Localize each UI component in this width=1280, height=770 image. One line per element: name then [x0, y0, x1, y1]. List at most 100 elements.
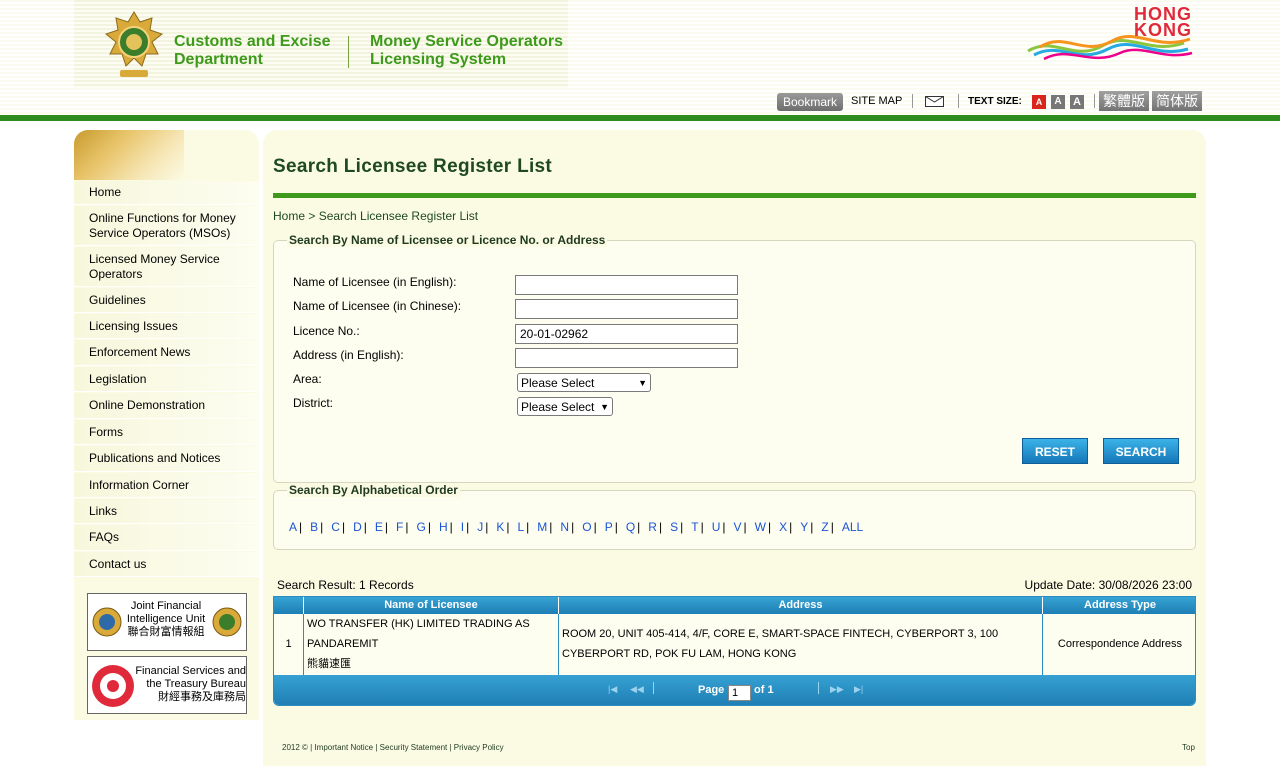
alpha-separator: | — [658, 520, 663, 534]
page-title: Search Licensee Register List — [273, 156, 553, 177]
alpha-link-e[interactable]: E — [375, 520, 383, 534]
chevron-down-icon: ▼ — [600, 401, 609, 412]
sidebar-item-enforcement-news[interactable]: Enforcement News — [74, 340, 259, 366]
alpha-link-f[interactable]: F — [396, 520, 403, 534]
bookmark-button[interactable]: Bookmark — [777, 93, 843, 111]
address-input[interactable] — [515, 348, 738, 368]
sidebar-item-contact-us[interactable]: Contact us — [74, 552, 259, 577]
sidebar-item-publications[interactable]: Publications and Notices — [74, 446, 259, 472]
alpha-link-c[interactable]: C — [331, 520, 340, 534]
toolbar-divider — [912, 94, 913, 108]
alpha-separator: | — [637, 520, 641, 534]
reset-button[interactable]: RESET — [1022, 438, 1088, 464]
text-size-small-button[interactable]: A — [1032, 95, 1046, 109]
name-en-label: Name of Licensee (in English): — [293, 275, 457, 289]
alpha-link-x[interactable]: X — [779, 520, 787, 534]
sidebar-item-links[interactable]: Links — [74, 499, 259, 524]
alpha-link-m[interactable]: M — [537, 520, 547, 534]
district-label: District: — [293, 396, 333, 410]
alpha-link-y[interactable]: Y — [800, 520, 808, 534]
alpha-link-n[interactable]: N — [560, 520, 569, 534]
sidebar-item-guidelines[interactable]: Guidelines — [74, 288, 259, 313]
district-select[interactable]: Please Select ▼ — [517, 397, 613, 416]
alpha-link-k[interactable]: K — [496, 520, 504, 534]
sitemap-link[interactable]: SITE MAP — [851, 95, 902, 107]
alpha-link-v[interactable]: V — [734, 520, 742, 534]
simplified-chinese-button[interactable]: 简体版 — [1152, 91, 1202, 111]
alpha-link-h[interactable]: H — [439, 520, 448, 534]
alpha-link-o[interactable]: O — [582, 520, 591, 534]
security-statement-link[interactable]: Security Statement — [380, 743, 448, 752]
alpha-link-w[interactable]: W — [755, 520, 766, 534]
alpha-link-u[interactable]: U — [712, 520, 721, 534]
search-button[interactable]: SEARCH — [1103, 438, 1179, 464]
alpha-link-g[interactable]: G — [416, 520, 425, 534]
traditional-chinese-button[interactable]: 繁體版 — [1099, 91, 1149, 111]
licensee-name-line2: PANDAREMIT — [307, 638, 379, 650]
area-select[interactable]: Please Select ▼ — [517, 373, 651, 392]
name-zh-label: Name of Licensee (in Chinese): — [293, 299, 462, 313]
jfiu-line1: Joint Financial — [130, 600, 202, 612]
sidebar-item-online-demonstration[interactable]: Online Demonstration — [74, 393, 259, 419]
hong-kong-wordmark: HONG KONG — [1108, 5, 1192, 40]
text-size-medium-button[interactable]: A — [1051, 95, 1065, 109]
alpha-link-q[interactable]: Q — [626, 520, 635, 534]
sidebar-item-online-functions[interactable]: Online Functions for Money Service Opera… — [74, 206, 259, 246]
alpha-separator: | — [680, 520, 684, 534]
back-to-top-link[interactable]: Top — [1182, 743, 1195, 752]
alpha-link-j[interactable]: J — [477, 520, 483, 534]
alpha-link-b[interactable]: B — [310, 520, 318, 534]
previous-page-icon[interactable]: ◀◀ — [630, 684, 644, 695]
jfiu-banner-link[interactable]: Joint Financial Intelligence Unit 聯合財富情報… — [87, 593, 247, 651]
sidebar-item-faqs[interactable]: FAQs — [74, 525, 259, 551]
fstb-banner-link[interactable]: Financial Services and the Treasury Bure… — [87, 656, 247, 714]
alpha-link-z[interactable]: Z — [821, 520, 828, 534]
licence-input[interactable] — [515, 324, 738, 344]
address-line1: ROOM 20, UNIT 405-414, 4/F, CORE E, SMAR… — [562, 628, 999, 640]
sidebar-item-licensing-issues[interactable]: Licensing Issues — [74, 314, 259, 339]
alpha-link-t[interactable]: T — [691, 520, 698, 534]
system-name: Money Service Operators Licensing System — [370, 33, 570, 69]
last-page-icon[interactable]: ▶| — [854, 684, 863, 695]
alpha-separator: | — [384, 520, 389, 534]
breadcrumb-home-link[interactable]: Home — [273, 209, 305, 223]
sidebar-item-legislation[interactable]: Legislation — [74, 367, 259, 392]
sidebar-item-licensed-mso[interactable]: Licensed Money Service Operators — [74, 247, 259, 287]
important-notice-link[interactable]: Important Notice — [314, 743, 373, 752]
result-count: Search Result: 1 Records — [277, 578, 414, 592]
hk-line2: KONG — [1134, 20, 1192, 40]
row-licensee-name: WO TRANSFER (HK) LIMITED TRADING AS PAND… — [304, 614, 559, 675]
alpha-link-l[interactable]: L — [517, 520, 524, 534]
table-header-address: Address — [559, 597, 1043, 614]
sidebar-item-home[interactable]: Home — [74, 181, 259, 205]
department-line1: Customs and Excise — [174, 33, 331, 50]
alpha-separator: | — [506, 520, 510, 534]
jfiu-emblem-icon — [92, 607, 122, 637]
alpha-separator: | — [789, 520, 793, 534]
alpha-link-r[interactable]: R — [648, 520, 657, 534]
name-en-input[interactable] — [515, 275, 738, 295]
privacy-policy-link[interactable]: Privacy Policy — [454, 743, 504, 752]
alpha-link-p[interactable]: P — [605, 520, 613, 534]
alpha-link-a[interactable]: A — [289, 520, 297, 534]
alpha-separator: | — [700, 520, 704, 534]
mail-icon[interactable] — [925, 96, 944, 107]
page-number-input[interactable]: 1 — [728, 685, 751, 701]
area-select-value: Please Select — [521, 375, 595, 390]
alpha-link-d[interactable]: D — [353, 520, 362, 534]
district-select-value: Please Select — [521, 399, 595, 414]
sidebar-item-forms[interactable]: Forms — [74, 420, 259, 445]
name-zh-input[interactable] — [515, 299, 738, 319]
pager-divider — [653, 682, 654, 694]
first-page-icon[interactable]: |◀ — [608, 684, 617, 695]
text-size-large-button[interactable]: A — [1070, 95, 1084, 109]
alpha-link-all[interactable]: ALL — [842, 520, 863, 534]
alpha-separator: | — [341, 520, 346, 534]
alpha-link-s[interactable]: S — [670, 520, 678, 534]
licensee-name-line3: 熊貓速匯 — [307, 658, 351, 670]
alphabetical-legend: Search By Alphabetical Order — [287, 483, 460, 497]
jfiu-line3: 聯合財富情報組 — [127, 626, 205, 638]
sidebar-item-information-corner[interactable]: Information Corner — [74, 473, 259, 498]
alpha-link-i[interactable]: I — [461, 520, 464, 534]
next-page-icon[interactable]: ▶▶ — [830, 684, 844, 695]
